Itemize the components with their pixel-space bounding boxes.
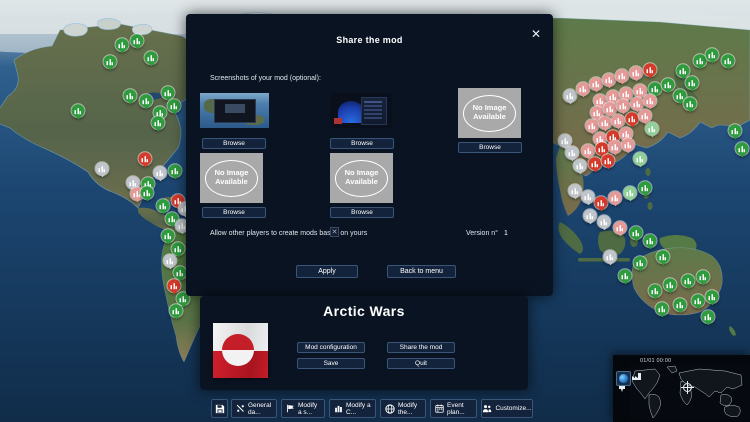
save-icon [215, 404, 225, 414]
toolbar-event-planner-button[interactable]: Event plan... [430, 399, 477, 418]
toolbar-customize-button[interactable]: Customize... [481, 399, 533, 418]
toolbar-modify-world-button[interactable]: Modify the... [380, 399, 426, 418]
calendar-icon [435, 404, 444, 413]
editor-toolbar: General da... Modify a s... Modify a C..… [0, 0, 750, 422]
flag-icon [286, 404, 295, 413]
people-icon [482, 404, 492, 413]
toolbar-modify-country-button[interactable]: Modify a C... [329, 399, 376, 418]
building-icon [334, 404, 343, 413]
quick-save-button[interactable] [211, 399, 228, 418]
toolbar-modify-scenario-button[interactable]: Modify a s... [281, 399, 325, 418]
toolbar-general-data-button[interactable]: General da... [231, 399, 277, 418]
globe-icon [385, 404, 395, 414]
game-screen: Share the mod ✕ Screenshots of your mod … [0, 0, 750, 422]
tools-icon [236, 404, 245, 413]
